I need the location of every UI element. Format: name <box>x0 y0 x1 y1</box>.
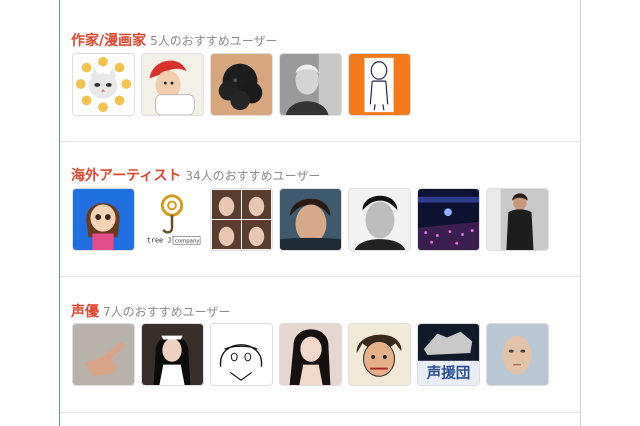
lineart-girl-avatar[interactable] <box>210 323 273 386</box>
section-header: 声優 7人のおすすめユーザー <box>71 301 230 321</box>
long-hair-woman-avatar[interactable] <box>279 323 342 386</box>
hand-gesture-avatar[interactable] <box>72 323 135 386</box>
section-divider <box>60 276 580 277</box>
recommended-users-panel: 作家/漫画家 5人のおすすめユーザー 海外アーティスト 34人のおすすめユーザー… <box>60 0 580 426</box>
concert-crowd-avatar[interactable] <box>417 188 480 251</box>
user-count-text: 34人のおすすめユーザー <box>185 169 321 183</box>
user-count-text: 5人のおすすめユーザー <box>150 34 278 48</box>
seien-dan-avatar[interactable]: 声援団 <box>417 323 480 386</box>
user-count-text: 7人のおすすめユーザー <box>103 305 231 319</box>
svg-text:声援団: 声援団 <box>426 364 471 382</box>
anime-sketch-man-avatar[interactable] <box>348 323 411 386</box>
section-header: 作家/漫画家 5人のおすすめユーザー <box>71 30 278 50</box>
young-man-photo-avatar[interactable] <box>279 188 342 251</box>
selfie-collage-avatar[interactable] <box>210 188 273 251</box>
sketch-man-orange-avatar[interactable] <box>348 53 411 116</box>
svg-text:tree J: tree J <box>147 236 171 244</box>
section-divider <box>60 412 580 413</box>
cat-face-avatar[interactable] <box>72 53 135 116</box>
cartoon-girl-avatar[interactable] <box>72 188 135 251</box>
category-link[interactable]: 声優 <box>71 304 99 320</box>
red-hair-chef-avatar[interactable] <box>141 53 204 116</box>
mannequin-face-avatar[interactable] <box>486 323 549 386</box>
bw-portrait-avatar[interactable] <box>348 188 411 251</box>
section-header: 海外アーティスト 34人のおすすめユーザー <box>71 165 320 185</box>
category-link[interactable]: 海外アーティスト <box>71 168 181 184</box>
maid-cosplay-avatar[interactable] <box>141 323 204 386</box>
black-poodle-avatar[interactable] <box>210 53 273 116</box>
category-link[interactable]: 作家/漫画家 <box>71 33 146 49</box>
section-divider <box>60 141 580 142</box>
panel-border-right <box>580 0 581 426</box>
tree-j-company-logo-avatar[interactable]: tree J company <box>141 188 204 251</box>
street-man-avatar[interactable] <box>486 188 549 251</box>
elderly-man-avatar[interactable] <box>279 53 342 116</box>
svg-text:company: company <box>175 239 199 245</box>
